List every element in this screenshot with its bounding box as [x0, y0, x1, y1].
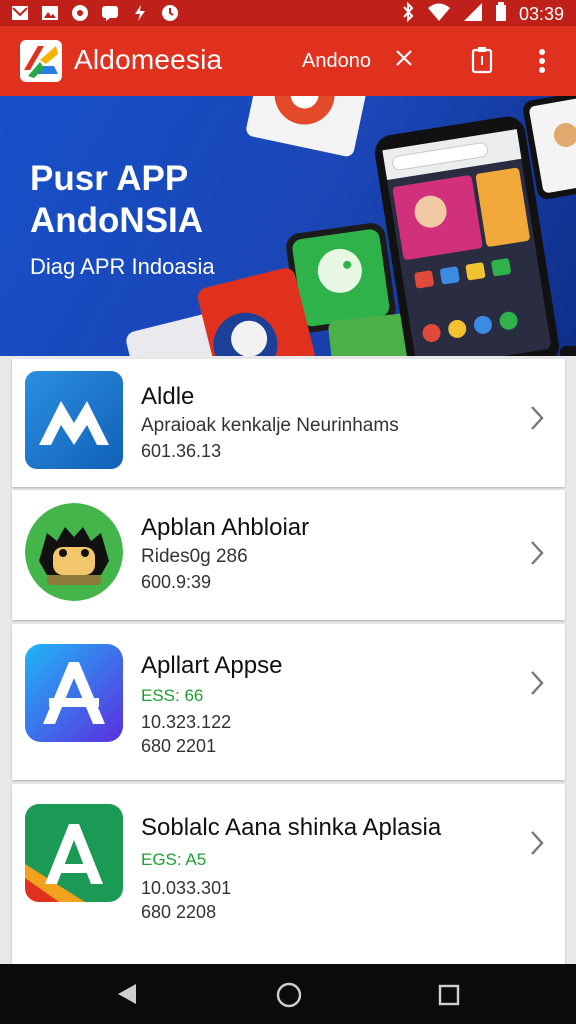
navigation-bar	[0, 964, 576, 1024]
app-description: Apraioak kenkalje Neurinhams	[141, 415, 399, 436]
app-name: Soblalc Aana shinka Aplasia	[141, 814, 442, 841]
chat-icon	[100, 3, 120, 23]
close-icon[interactable]	[392, 46, 416, 70]
app-meta: 10.033.301	[141, 878, 232, 898]
app-name: Apblan Ahbloiar	[141, 514, 310, 541]
banner-title-line1: Pusr APP	[30, 159, 189, 198]
clock-icon	[160, 3, 180, 23]
app-meta: 600.9:39	[141, 572, 212, 592]
app-icon-creature	[25, 503, 123, 601]
app-meta: 10.323.122	[141, 712, 232, 732]
app-store-icon	[25, 644, 123, 742]
home-icon[interactable]	[276, 982, 302, 1008]
status-time: 03:39	[518, 4, 564, 24]
notification-mail-icon	[10, 3, 30, 23]
app-meta: 601.36.13	[141, 441, 222, 461]
banner-title: Pusr APP AndoNSIA	[30, 158, 203, 242]
recents-icon[interactable]	[438, 984, 460, 1006]
app-icon-letter-a	[25, 804, 123, 902]
app-logo-icon[interactable]	[20, 40, 62, 82]
bluetooth-icon	[401, 1, 415, 27]
list-item[interactable]: Aldle Apraioak kenkalje Neurinhams 601.3…	[12, 359, 565, 487]
list-item[interactable]: Apllart Appse ESS: 66 10.323.122 680 220…	[12, 624, 565, 780]
sync-icon	[70, 3, 90, 23]
banner-title-line2: AndoNSIA	[30, 201, 204, 240]
list-item[interactable]: Soblalc Aana shinka Aplasia EGS: A5 10.0…	[12, 784, 565, 964]
chevron-right-icon[interactable]	[530, 405, 544, 431]
chevron-right-icon[interactable]	[530, 670, 544, 696]
app-description: Rides0g 286	[141, 546, 248, 567]
flash-icon	[130, 3, 150, 23]
app-title: Aldomeesia	[74, 44, 223, 75]
banner-subtitle: Diag APR Indoasia	[30, 254, 215, 279]
app-rating: EGS: A5	[141, 850, 207, 869]
promo-banner[interactable]: Pusr APP AndoNSIA Diag APR Indoasia	[0, 96, 576, 356]
app-icon-mountain	[25, 371, 123, 469]
image-icon	[40, 3, 60, 23]
wifi-icon	[427, 2, 451, 27]
chevron-right-icon[interactable]	[530, 830, 544, 856]
app-meta-secondary: 680 2208	[141, 902, 217, 922]
app-name: Aldle	[141, 383, 195, 410]
battery-icon	[495, 2, 507, 27]
chevron-right-icon[interactable]	[530, 540, 544, 566]
app-meta-secondary: 680 2201	[141, 736, 217, 756]
back-icon[interactable]	[116, 982, 138, 1006]
search-query-text[interactable]: Andono	[302, 50, 371, 73]
signal-icon	[463, 2, 483, 27]
list-item[interactable]: Apblan Ahbloiar Rides0g 286 600.9:39	[12, 490, 565, 620]
status-bar: 03:39	[0, 0, 576, 26]
clipboard-icon[interactable]	[470, 46, 494, 74]
app-bar: Aldomeesia Andono	[0, 26, 576, 96]
more-options-icon[interactable]	[532, 44, 552, 78]
app-rating: ESS: 66	[141, 686, 204, 705]
app-name: Apllart Appse	[141, 652, 283, 679]
